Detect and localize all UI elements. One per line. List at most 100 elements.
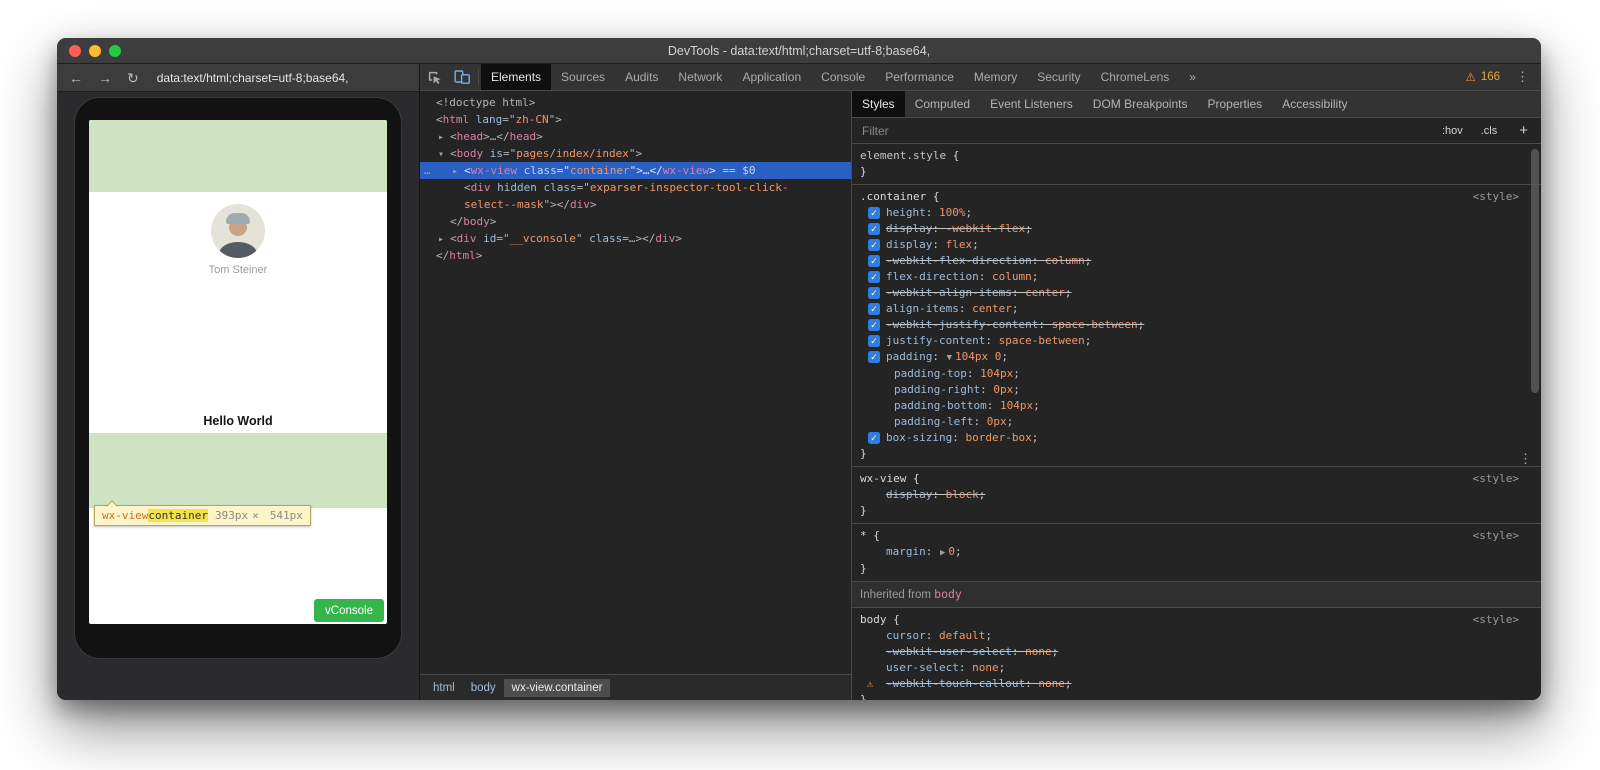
css-property[interactable]: padding-bottom: 104px; bbox=[860, 398, 1533, 414]
warnings-badge[interactable]: ⚠ 166 bbox=[1466, 70, 1501, 84]
stylesheet-link[interactable]: <style> bbox=[1473, 189, 1519, 205]
reload-icon[interactable]: ↻ bbox=[127, 71, 139, 85]
tab-network[interactable]: Network bbox=[668, 64, 732, 90]
sidebar-tab-computed[interactable]: Computed bbox=[905, 91, 980, 117]
sidebar-tab-dom-breakpoints[interactable]: DOM Breakpoints bbox=[1083, 91, 1198, 117]
dom-node[interactable]: <div hidden class="exparser-inspector-to… bbox=[420, 179, 851, 196]
css-property[interactable]: ✓display: flex; bbox=[860, 237, 1533, 253]
css-property[interactable]: user-select: none; bbox=[860, 660, 1533, 676]
sidebar-tab-properties[interactable]: Properties bbox=[1197, 91, 1272, 117]
dom-node[interactable]: ▸<div id="__vconsole" class=…></div> bbox=[420, 230, 851, 247]
css-property[interactable]: cursor: default; bbox=[860, 628, 1533, 644]
css-property[interactable]: ✓box-sizing: border-box; bbox=[860, 430, 1533, 446]
property-checkbox[interactable]: ✓ bbox=[868, 319, 880, 331]
css-property[interactable]: ✓display: -webkit-flex; bbox=[860, 221, 1533, 237]
pseudo-state-toggle[interactable]: :hov bbox=[1433, 118, 1472, 144]
css-property[interactable]: ✓justify-content: space-between; bbox=[860, 333, 1533, 349]
twisty-icon[interactable]: ▸ bbox=[438, 231, 444, 248]
css-property[interactable]: ✓height: 100%; bbox=[860, 205, 1533, 221]
dom-gutter-ellipsis: … bbox=[424, 162, 431, 179]
tab-security[interactable]: Security bbox=[1027, 64, 1090, 90]
property-checkbox[interactable]: ✓ bbox=[868, 223, 880, 235]
rule-selector[interactable]: body bbox=[860, 613, 887, 626]
tab-sources[interactable]: Sources bbox=[551, 64, 615, 90]
styles-scrollbar-thumb[interactable] bbox=[1531, 149, 1539, 393]
css-property[interactable]: margin: ▶0; bbox=[860, 544, 1533, 561]
css-property[interactable]: ✓padding: ▼104px 0; bbox=[860, 349, 1533, 366]
vconsole-button[interactable]: vConsole bbox=[314, 599, 384, 622]
tab-chromelens[interactable]: ChromeLens bbox=[1091, 64, 1180, 90]
tab-application[interactable]: Application bbox=[732, 64, 811, 90]
close-button[interactable] bbox=[69, 45, 81, 57]
forward-icon[interactable]: → bbox=[98, 71, 112, 85]
dom-node[interactable]: </body> bbox=[420, 213, 851, 230]
css-property[interactable]: ✓align-items: center; bbox=[860, 301, 1533, 317]
element-classes-toggle[interactable]: .cls bbox=[1472, 118, 1507, 144]
rule-selector[interactable]: .container bbox=[860, 190, 926, 203]
back-icon[interactable]: ← bbox=[69, 71, 83, 85]
css-property[interactable]: padding-right: 0px; bbox=[860, 382, 1533, 398]
rule-selector[interactable]: element.style bbox=[860, 149, 946, 162]
sidebar-tab-event-listeners[interactable]: Event Listeners bbox=[980, 91, 1083, 117]
zoom-button[interactable] bbox=[109, 45, 121, 57]
stylesheet-link[interactable]: <style> bbox=[1473, 528, 1519, 544]
minimize-button[interactable] bbox=[89, 45, 101, 57]
hello-world-label: Hello World bbox=[89, 414, 387, 428]
green-header-block bbox=[89, 120, 387, 192]
tab-audits[interactable]: Audits bbox=[615, 64, 668, 90]
expand-longhand-icon[interactable]: ▶ bbox=[940, 548, 945, 558]
twisty-icon[interactable]: ▸ bbox=[452, 163, 458, 180]
dom-node[interactable]: select--mask"></div> bbox=[420, 196, 851, 213]
tab-memory[interactable]: Memory bbox=[964, 64, 1027, 90]
crumb-body[interactable]: body bbox=[463, 679, 504, 697]
titlebar[interactable]: DevTools - data:text/html;charset=utf-8;… bbox=[57, 38, 1541, 64]
css-property[interactable]: padding-left: 0px; bbox=[860, 414, 1533, 430]
css-property[interactable]: ✓-webkit-justify-content: space-between; bbox=[860, 317, 1533, 333]
expand-longhand-icon[interactable]: ▼ bbox=[947, 353, 952, 363]
property-checkbox[interactable]: ✓ bbox=[868, 255, 880, 267]
styles-filter-input[interactable] bbox=[852, 124, 1433, 138]
tab-performance[interactable]: Performance bbox=[875, 64, 964, 90]
css-property[interactable]: display: block; bbox=[860, 487, 1533, 503]
css-property[interactable]: ⚠-webkit-touch-callout: none; bbox=[860, 676, 1533, 692]
property-checkbox[interactable]: ✓ bbox=[868, 432, 880, 444]
crumb-html[interactable]: html bbox=[425, 679, 463, 697]
devtools-menu-kebab-icon[interactable]: ⋮ bbox=[1516, 69, 1529, 85]
css-property[interactable]: ✓flex-direction: column; bbox=[860, 269, 1533, 285]
property-checkbox[interactable]: ✓ bbox=[868, 287, 880, 299]
dom-node[interactable]: <!doctype html> bbox=[420, 94, 851, 111]
property-checkbox[interactable]: ✓ bbox=[868, 303, 880, 315]
twisty-icon[interactable]: ▾ bbox=[438, 146, 444, 163]
dom-node[interactable]: <html lang="zh-CN"> bbox=[420, 111, 851, 128]
tab-console[interactable]: Console bbox=[811, 64, 875, 90]
tab-more-tabs[interactable]: » bbox=[1179, 64, 1206, 90]
dom-node[interactable]: ▸<head>…</head> bbox=[420, 128, 851, 145]
stylesheet-link[interactable]: <style> bbox=[1473, 612, 1519, 628]
address-bar[interactable]: data:text/html;charset=utf-8;base64, bbox=[157, 71, 349, 85]
inspect-element-icon[interactable] bbox=[420, 64, 448, 90]
crumb-wx-view-container[interactable]: wx-view.container bbox=[504, 679, 611, 697]
property-checkbox[interactable]: ✓ bbox=[868, 207, 880, 219]
sidebar-tab-accessibility[interactable]: Accessibility bbox=[1272, 91, 1357, 117]
dom-node[interactable]: </html> bbox=[420, 247, 851, 264]
property-checkbox[interactable]: ✓ bbox=[868, 335, 880, 347]
device-toolbar-icon[interactable] bbox=[448, 64, 476, 90]
twisty-icon[interactable]: ▸ bbox=[438, 129, 444, 146]
dom-node[interactable]: ▾<body is="pages/index/index"> bbox=[420, 145, 851, 162]
css-property[interactable]: ✓-webkit-flex-direction: column; bbox=[860, 253, 1533, 269]
property-checkbox[interactable]: ✓ bbox=[868, 239, 880, 251]
css-property[interactable]: padding-top: 104px; bbox=[860, 366, 1533, 382]
rule-selector[interactable]: wx-view bbox=[860, 472, 906, 485]
sidebar-tab-styles[interactable]: Styles bbox=[852, 91, 905, 117]
property-checkbox[interactable]: ✓ bbox=[868, 271, 880, 283]
dom-node[interactable]: …▸<wx-view class="container">…</wx-view>… bbox=[420, 162, 851, 179]
rule-selector[interactable]: * bbox=[860, 529, 867, 542]
new-style-rule-icon[interactable]: + bbox=[1506, 122, 1541, 139]
inherited-node-link[interactable]: body bbox=[934, 587, 962, 601]
tab-elements[interactable]: Elements bbox=[481, 64, 551, 90]
css-property[interactable]: ✓-webkit-align-items: center; bbox=[860, 285, 1533, 301]
property-checkbox[interactable]: ✓ bbox=[868, 351, 880, 363]
css-property[interactable]: -webkit-user-select: none; bbox=[860, 644, 1533, 660]
warning-icon: ⚠ bbox=[1466, 70, 1476, 84]
stylesheet-link[interactable]: <style> bbox=[1473, 471, 1519, 487]
